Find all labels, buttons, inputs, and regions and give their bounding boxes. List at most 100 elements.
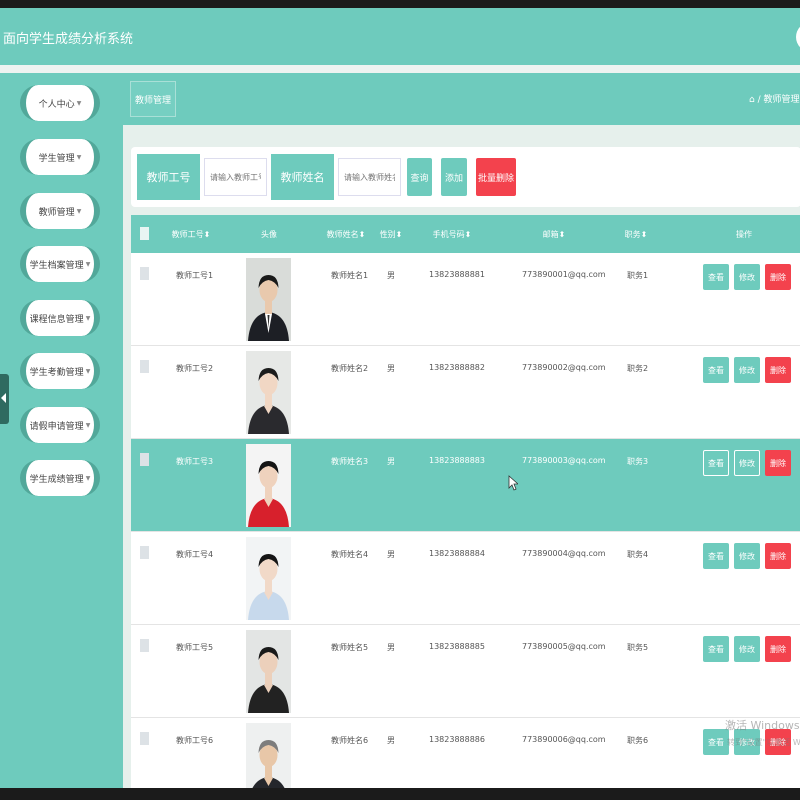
- main-content: 教师管理 ⌂ / 教师管理 / 教 教师工号 教师姓名 查询 添加 批量删除 教…: [123, 73, 800, 788]
- row-checkbox[interactable]: [140, 360, 149, 373]
- sidebar-item-label: 个人中心: [38, 99, 75, 110]
- duty-cell: 职务4: [627, 550, 649, 559]
- view-button[interactable]: 查看: [703, 636, 729, 662]
- column-header-teacher-name[interactable]: 教师姓名⬍: [326, 229, 366, 240]
- row-checkbox[interactable]: [140, 546, 149, 559]
- delete-button[interactable]: 删除: [765, 450, 791, 476]
- teacher-name-cell: 教师姓名4: [331, 550, 369, 559]
- view-button[interactable]: 查看: [703, 543, 729, 569]
- mouse-cursor-icon: [508, 475, 518, 491]
- duty-cell: 职务3: [627, 457, 649, 466]
- phone-cell: 13823888882: [429, 363, 485, 372]
- sidebar-item-course-info[interactable]: 课程信息管理 ▼: [20, 300, 100, 336]
- email-cell: 773890004@qq.com: [522, 549, 606, 558]
- view-button[interactable]: 查看: [703, 264, 729, 290]
- sidebar-item-attendance[interactable]: 学生考勤管理 ▼: [20, 353, 100, 389]
- column-header-email[interactable]: 邮箱⬍: [539, 229, 569, 240]
- sidebar-item-leave-requests[interactable]: 请假申请管理 ▼: [20, 407, 100, 443]
- column-header-actions: 操作: [736, 230, 752, 239]
- teacher-avatar: [246, 537, 291, 620]
- email-cell: 773890003@qq.com: [522, 456, 606, 465]
- row-checkbox[interactable]: [140, 732, 149, 745]
- breadcrumb: ⌂ / 教师管理 / 教: [749, 95, 800, 105]
- select-all-checkbox[interactable]: [140, 227, 149, 240]
- chevron-down-icon: ▼: [76, 207, 82, 215]
- breadcrumb-bar: 教师管理 ⌂ / 教师管理 / 教: [123, 73, 800, 125]
- sidebar-item-personal-center[interactable]: 个人中心 ▼: [20, 85, 100, 121]
- sidebar-item-label: 请假申请管理: [29, 421, 84, 432]
- teacher-name-cell: 教师姓名3: [331, 457, 369, 466]
- phone-cell: 13823888883: [429, 456, 485, 465]
- edit-button[interactable]: 修改: [734, 264, 760, 290]
- user-avatar[interactable]: [796, 22, 800, 52]
- delete-button[interactable]: 删除: [765, 264, 791, 290]
- duty-cell: 职务2: [627, 364, 649, 373]
- email-cell: 773890001@qq.com: [522, 270, 606, 279]
- teacher-id-cell: 教师工号1: [176, 271, 214, 280]
- table-row[interactable]: 教师工号3 教师姓名3 男 13823888883 773890003@qq.com 职务…: [131, 439, 800, 532]
- gender-cell: 男: [387, 457, 395, 466]
- teacher-id-cell: 教师工号6: [176, 736, 214, 745]
- email-cell: 773890006@qq.com: [522, 735, 606, 744]
- edit-button[interactable]: 修改: [734, 636, 760, 662]
- column-header-gender[interactable]: 性别⬍: [379, 229, 403, 240]
- table-row[interactable]: 教师工号6 教师姓名6 男 13823888886 773890006@qq.com 职务…: [131, 718, 800, 788]
- table-row[interactable]: 教师工号4 教师姓名4 男 13823888884 773890004@qq.com 职务…: [131, 532, 800, 625]
- gender-cell: 男: [387, 271, 395, 280]
- duty-cell: 职务5: [627, 643, 649, 652]
- batch-delete-button[interactable]: 批量删除: [476, 158, 516, 196]
- sidebar-item-student-management[interactable]: 学生管理 ▼: [20, 139, 100, 175]
- teacher-avatar: [246, 258, 291, 341]
- teacher-name-input[interactable]: [338, 158, 401, 196]
- sidebar-item-label: 学生考勤管理: [29, 367, 84, 378]
- search-form: 教师工号 教师姓名 查询 添加 批量删除: [131, 147, 800, 207]
- column-header-phone[interactable]: 手机号码⬍: [427, 229, 477, 240]
- teacher-name-cell: 教师姓名5: [331, 643, 369, 652]
- email-cell: 773890002@qq.com: [522, 363, 606, 372]
- teacher-name-label: 教师姓名: [271, 154, 334, 200]
- duty-cell: 职务1: [627, 271, 649, 280]
- phone-cell: 13823888884: [429, 549, 485, 558]
- edit-button[interactable]: 修改: [734, 357, 760, 383]
- gender-cell: 男: [387, 643, 395, 652]
- table-row[interactable]: 教师工号1 教师姓名1 男 13823888881 773890001@qq.com 职务…: [131, 253, 800, 346]
- view-button[interactable]: 查看: [703, 450, 729, 476]
- add-button[interactable]: 添加: [441, 158, 467, 196]
- phone-cell: 13823888885: [429, 642, 485, 651]
- teacher-table: 教师工号⬍ 头像 教师姓名⬍ 性别⬍ 手机号码⬍ 邮箱⬍ 职务⬍ 操作 教师工号…: [131, 215, 800, 788]
- phone-cell: 13823888886: [429, 735, 485, 744]
- row-checkbox[interactable]: [140, 267, 149, 280]
- row-checkbox[interactable]: [140, 453, 149, 466]
- column-header-avatar: 头像: [261, 230, 277, 239]
- table-row[interactable]: 教师工号5 教师姓名5 男 13823888885 773890005@qq.com 职务…: [131, 625, 800, 718]
- teacher-name-cell: 教师姓名1: [331, 271, 369, 280]
- tab-teacher-management[interactable]: 教师管理: [130, 81, 176, 117]
- chevron-down-icon: ▼: [85, 367, 91, 375]
- sidebar: 个人中心 ▼ 学生管理 ▼ 教师管理 ▼ 学生档案管理 ▼ 课程信息管理 ▼ 学生考勤管理…: [0, 73, 123, 788]
- gender-cell: 男: [387, 736, 395, 745]
- teacher-id-cell: 教师工号3: [176, 457, 214, 466]
- teacher-id-label: 教师工号: [137, 154, 200, 200]
- column-header-teacher-id[interactable]: 教师工号⬍: [171, 229, 211, 240]
- chevron-down-icon: ▼: [76, 99, 82, 107]
- query-button[interactable]: 查询: [407, 158, 432, 196]
- teacher-avatar: [246, 630, 291, 713]
- teacher-id-cell: 教师工号4: [176, 550, 214, 559]
- email-cell: 773890005@qq.com: [522, 642, 606, 651]
- edit-button[interactable]: 修改: [734, 543, 760, 569]
- windows-activation-watermark: 激活 Windows: [725, 719, 800, 732]
- sidebar-collapse-toggle[interactable]: [0, 374, 9, 424]
- sidebar-item-teacher-management[interactable]: 教师管理 ▼: [20, 193, 100, 229]
- column-header-duty[interactable]: 职务⬍: [621, 229, 651, 240]
- delete-button[interactable]: 删除: [765, 357, 791, 383]
- delete-button[interactable]: 删除: [765, 543, 791, 569]
- row-checkbox[interactable]: [140, 639, 149, 652]
- teacher-id-input[interactable]: [204, 158, 267, 196]
- edit-button[interactable]: 修改: [734, 450, 760, 476]
- sidebar-item-grades[interactable]: 学生成绩管理 ▼: [20, 460, 100, 496]
- teacher-name-cell: 教师姓名6: [331, 736, 369, 745]
- sidebar-item-student-archive[interactable]: 学生档案管理 ▼: [20, 246, 100, 282]
- table-row[interactable]: 教师工号2 教师姓名2 男 13823888882 773890002@qq.com 职务…: [131, 346, 800, 439]
- view-button[interactable]: 查看: [703, 357, 729, 383]
- delete-button[interactable]: 删除: [765, 636, 791, 662]
